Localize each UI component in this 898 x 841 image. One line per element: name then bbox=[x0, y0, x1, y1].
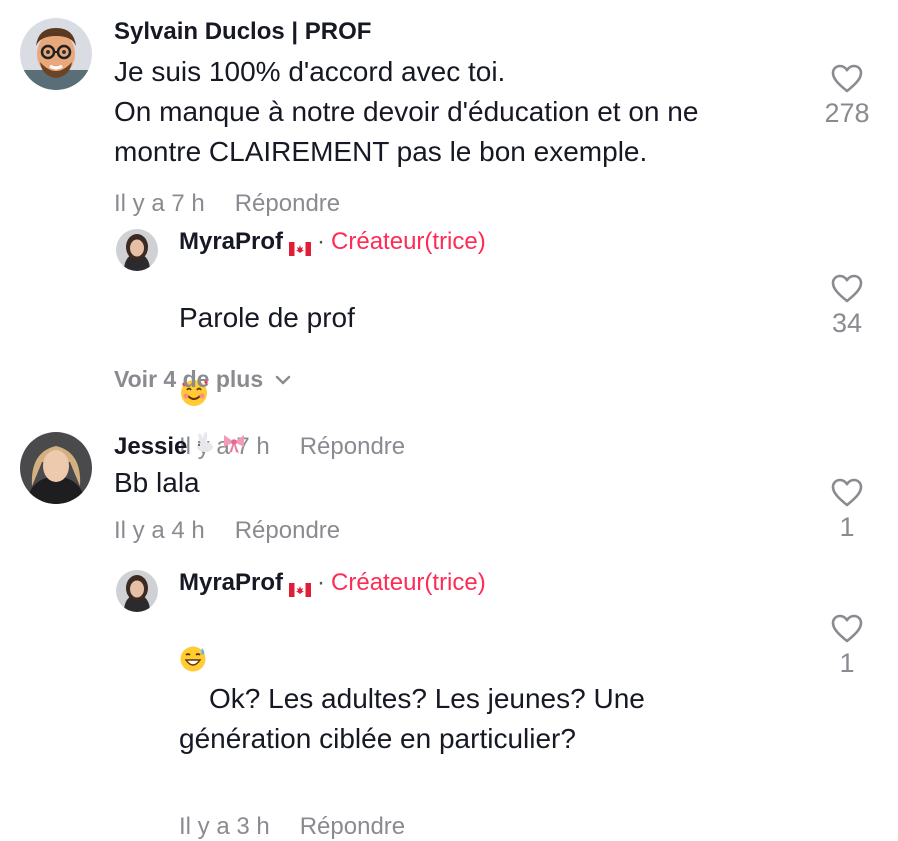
reply-body: MyraProf · Créateur(trice) Parole de pro… bbox=[179, 228, 796, 461]
view-more-label: Voir 4 de plus bbox=[114, 366, 264, 392]
creator-badge: Créateur(trice) bbox=[331, 228, 486, 255]
rabbit-emoji bbox=[193, 432, 215, 461]
like-count: 278 bbox=[824, 98, 870, 128]
like-button[interactable]: 278 bbox=[817, 64, 877, 129]
like-button[interactable]: 1 bbox=[817, 614, 877, 679]
reply-meta: Il y a 3 h Répondre bbox=[179, 813, 796, 841]
comment-username[interactable]: Sylvain Duclos | PROF bbox=[114, 18, 780, 46]
reply-text-row: Parole de prof bbox=[179, 258, 796, 419]
grinning-sweat-emoji bbox=[179, 604, 207, 684]
comment-meta: Il y a 4 h Répondre bbox=[114, 517, 780, 545]
username-text[interactable]: MyraProf bbox=[179, 569, 283, 597]
comment-timestamp: Il y a 7 h bbox=[114, 190, 205, 217]
chevron-down-icon bbox=[275, 375, 291, 384]
reply-item: MyraProf · Créateur(trice) Parole de pro… bbox=[116, 228, 796, 461]
comment-text: Je suis 100% d'accord avec toi. On manqu… bbox=[114, 56, 699, 167]
heart-icon bbox=[831, 64, 863, 93]
username-text[interactable]: MyraProf bbox=[179, 228, 283, 256]
reply-button[interactable]: Répondre bbox=[235, 517, 340, 545]
woman-blonde-avatar-image bbox=[20, 432, 92, 504]
username-text[interactable]: Jessie bbox=[114, 433, 187, 461]
heart-icon bbox=[831, 614, 863, 643]
comment-body: Sylvain Duclos | PROF Je suis 100% d'acc… bbox=[114, 18, 780, 218]
comment-timestamp: Il y a 4 h bbox=[114, 517, 205, 544]
like-count: 34 bbox=[831, 308, 863, 338]
reply-username-row: MyraProf · Créateur(trice) bbox=[179, 569, 796, 597]
creator-badge: Créateur(trice) bbox=[331, 569, 486, 596]
reply-button[interactable]: Répondre bbox=[235, 190, 340, 218]
comment-item: Sylvain Duclos | PROF Je suis 100% d'acc… bbox=[20, 18, 780, 218]
reply-text: Ok? Les adultes? Les jeunes? Une générat… bbox=[179, 683, 645, 754]
woman-avatar-image bbox=[116, 570, 158, 612]
avatar[interactable] bbox=[116, 229, 158, 271]
comment-username-row: Jessie bbox=[114, 432, 780, 461]
comment-text: Bb lala bbox=[114, 467, 200, 498]
avatar[interactable] bbox=[116, 570, 158, 612]
heart-icon bbox=[831, 274, 863, 303]
badge-separator: · bbox=[317, 228, 326, 255]
avatar[interactable] bbox=[20, 432, 92, 504]
like-count: 1 bbox=[839, 648, 855, 678]
cartoon-man-avatar-image bbox=[20, 18, 92, 90]
like-count: 1 bbox=[839, 512, 855, 542]
badge-separator: · bbox=[317, 569, 326, 596]
comment-body: Jessie Bb lala Il y a 4 h Répondre bbox=[114, 432, 780, 545]
canada-flag-icon bbox=[289, 235, 312, 256]
ribbon-emoji bbox=[221, 432, 247, 461]
comment-item: Jessie Bb lala Il y a 4 h Répondre bbox=[20, 432, 780, 545]
reply-text: Parole de prof bbox=[179, 302, 355, 333]
like-button[interactable]: 34 bbox=[817, 274, 877, 339]
reply-text-block: Ok? Les adultes? Les jeunes? Une générat… bbox=[179, 599, 796, 799]
username-text[interactable]: Sylvain Duclos | PROF bbox=[114, 18, 371, 46]
reply-username-row: MyraProf · Créateur(trice) bbox=[179, 228, 796, 256]
like-button[interactable]: 1 bbox=[817, 478, 877, 543]
view-more-replies-button[interactable]: Voir 4 de plus bbox=[114, 366, 291, 393]
woman-avatar-image bbox=[116, 229, 158, 271]
heart-icon bbox=[831, 478, 863, 507]
reply-timestamp: Il y a 3 h bbox=[179, 813, 270, 840]
avatar[interactable] bbox=[20, 18, 92, 90]
reply-item: MyraProf · Créateur(trice) Ok? Les adult… bbox=[116, 569, 796, 841]
canada-flag-icon bbox=[289, 576, 312, 597]
comment-meta: Il y a 7 h Répondre bbox=[114, 190, 780, 218]
reply-button[interactable]: Répondre bbox=[300, 813, 405, 841]
reply-body: MyraProf · Créateur(trice) Ok? Les adult… bbox=[179, 569, 796, 841]
